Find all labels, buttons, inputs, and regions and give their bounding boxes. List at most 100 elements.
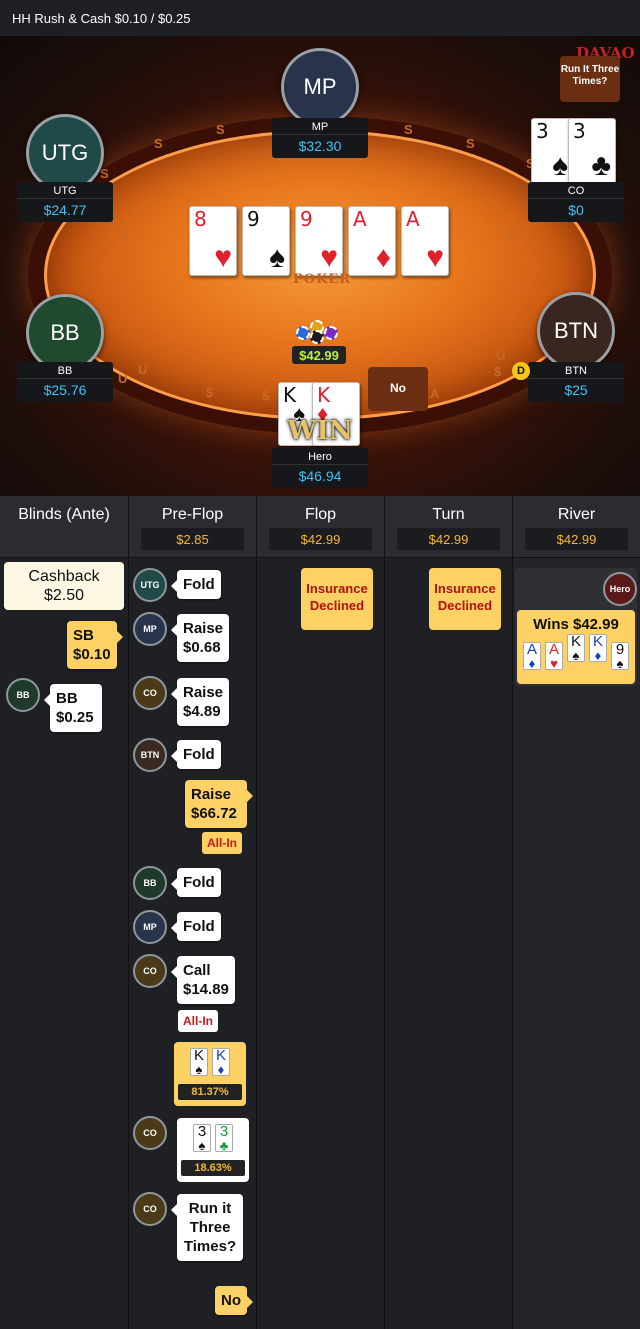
avatar: MP	[281, 48, 359, 126]
seat-bb[interactable]: BB	[17, 294, 113, 372]
poker-table-area: DAVAO S S S S S S U U U $ $ $ A A A MP M…	[0, 36, 640, 496]
utg-action: Fold	[171, 570, 221, 599]
mp-action: Fold	[171, 912, 221, 941]
rail-letter: $	[206, 385, 214, 400]
seat-stack: $25.76	[43, 382, 87, 398]
seat-plate-btn: BTN $25	[528, 362, 624, 402]
column-title: River	[557, 506, 596, 523]
seat-btn[interactable]: BTN	[528, 292, 624, 370]
co-hand-box: 3 ♠ 3 ♣ 18.63%	[177, 1118, 249, 1182]
mini-card: K ♦	[212, 1048, 230, 1077]
pot-chips	[292, 316, 346, 346]
column-pot: $42.99	[525, 528, 628, 550]
co-action-amount: $4.89	[183, 703, 221, 720]
column-river: River $42.99 Hero Wins $42.99 A ♦ A ♥ K ♠ K…	[513, 496, 640, 1329]
card-suit: ♠	[552, 149, 568, 182]
card-rank: A	[353, 207, 367, 231]
seat-stack: $46.94	[298, 468, 342, 484]
sb-label: SB	[73, 627, 94, 644]
hero-equity: 81.37%	[178, 1084, 242, 1100]
seat-stack: $24.77	[43, 202, 87, 218]
bb-label: BB	[56, 690, 78, 707]
co-pill: CO	[133, 1116, 167, 1150]
column-body: Insurance Declined	[257, 558, 384, 1329]
seat-plate-mp: MP $32.30	[272, 118, 368, 158]
seat-utg[interactable]: UTG	[17, 114, 113, 192]
hero-pill: Hero	[603, 572, 637, 606]
rail-letter: A	[506, 226, 516, 241]
rit-line: Three	[189, 1219, 231, 1236]
mp-pill: MP	[133, 612, 167, 646]
bb-pill: BB	[133, 866, 167, 900]
board-card: 9 ♠	[242, 206, 290, 276]
avatar: BB	[26, 294, 104, 372]
card-rank: 3	[573, 119, 586, 143]
co-action-label: Call	[183, 962, 211, 979]
co-equity: 18.63%	[181, 1160, 245, 1176]
co-allin-badge: All-In	[178, 1010, 218, 1032]
mp-action: Raise $0.68	[170, 614, 230, 662]
run-it-three-times-bubble: Run It Three Times?	[560, 56, 620, 102]
column-header: Turn $42.99	[385, 496, 512, 558]
rail-letter: S	[404, 122, 413, 137]
co-card: 3 ♣	[568, 118, 616, 184]
co-action: Raise $4.89	[170, 678, 230, 726]
cashback-box: Cashback $2.50	[4, 562, 124, 610]
column-title: Turn	[432, 506, 465, 523]
run-it-three-times-request: Run it Three Times?	[171, 1194, 243, 1261]
avatar: BTN	[537, 292, 615, 370]
column-pot: $2.85	[141, 528, 244, 550]
sb-value: $0.10	[73, 646, 111, 663]
mini-card: 9 ♠	[611, 642, 629, 671]
seat-stack: $25	[564, 382, 588, 398]
no-bubble: No	[368, 367, 428, 411]
card-suit: ♥	[214, 241, 232, 274]
pot-amount: $42.99	[292, 346, 346, 364]
win-banner: WIN	[287, 416, 353, 446]
column-pot: $42.99	[269, 528, 372, 550]
insurance-status: Declined	[309, 598, 365, 613]
seat-name: BTN	[528, 362, 624, 379]
co-pill: CO	[133, 676, 167, 710]
co-action-amount: $14.89	[183, 981, 229, 998]
wins-amount: Wins $42.99	[533, 616, 619, 633]
table-mark: POKER	[293, 272, 352, 287]
mini-card: A ♥	[545, 642, 563, 671]
card-rank: 9	[300, 207, 313, 231]
co-pill: CO	[133, 954, 167, 988]
seat-plate-bb: BB $25.76	[17, 362, 113, 402]
card-suit: ♦	[375, 241, 391, 274]
column-blinds: Blinds (Ante) Cashback $2.50 SB $0.10 BB…	[0, 496, 129, 1329]
column-flop: Flop $42.99 Insurance Declined	[257, 496, 385, 1329]
insurance-status: Declined	[437, 598, 493, 613]
win-box: Wins $42.99 A ♦ A ♥ K ♠ K ♦ 9 ♠	[517, 610, 635, 684]
rail-letter: $	[494, 364, 502, 379]
co-action-label: Raise	[183, 684, 224, 701]
column-header: Pre-Flop $2.85	[129, 496, 256, 558]
seat-name: UTG	[17, 182, 113, 199]
utg-pill: UTG	[133, 568, 167, 602]
rail-letter: S	[216, 122, 225, 137]
seat-name: CO	[528, 182, 624, 199]
seat-name: Hero	[272, 448, 368, 465]
mini-card: K ♠	[190, 1048, 208, 1077]
co-pill: CO	[133, 1192, 167, 1226]
mini-card: K ♠	[567, 634, 585, 663]
rit-line: Run it	[188, 1200, 232, 1217]
board-card: 8 ♥	[189, 206, 237, 276]
column-title: Flop	[304, 506, 337, 523]
header-title: HH Rush & Cash $0.10 / $0.25	[12, 11, 191, 26]
insurance-label: Insurance	[434, 581, 496, 596]
rail-letter: S	[466, 136, 475, 151]
cashback-value: $2.50	[43, 587, 85, 604]
mp-pill: MP	[133, 910, 167, 944]
bb-action: BB $0.25	[44, 684, 102, 732]
rit-line: Times?	[183, 1238, 237, 1255]
avatar: UTG	[26, 114, 104, 192]
seat-plate-hero: Hero $46.94	[272, 448, 368, 488]
seat-mp[interactable]: MP	[272, 48, 368, 126]
mini-card: A ♦	[523, 642, 541, 671]
card-suit: ♥	[426, 241, 444, 274]
card-suit: ♥	[320, 241, 338, 274]
bb-action: Fold	[171, 868, 221, 897]
